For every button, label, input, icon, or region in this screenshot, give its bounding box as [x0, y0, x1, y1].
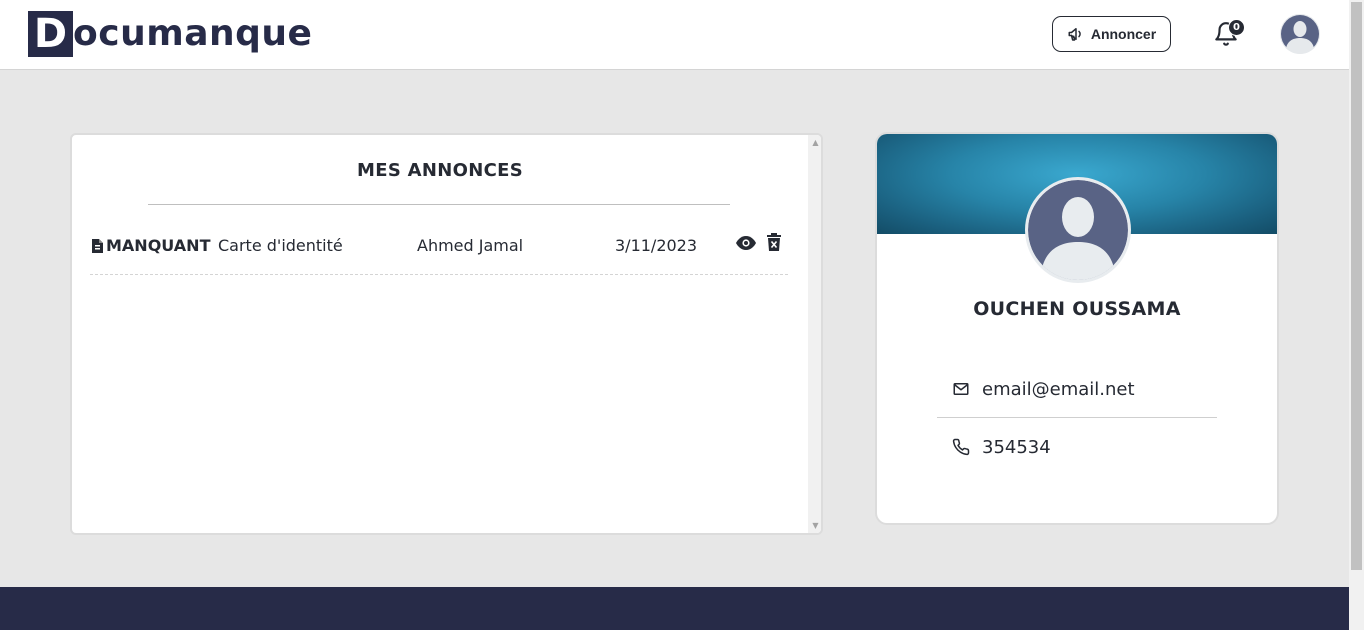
- top-navbar: D ocumanque Annoncer 0: [0, 0, 1349, 70]
- profile-phone-text: 354534: [982, 436, 1051, 458]
- profile-avatar: [1025, 177, 1131, 283]
- contact-divider: [937, 417, 1217, 418]
- profile-email: email@email.net: [937, 374, 1217, 404]
- page-scrollbar-thumb[interactable]: [1351, 2, 1362, 570]
- phone-icon: [952, 438, 970, 456]
- user-silhouette-icon: [1028, 180, 1128, 280]
- profile-phone: 354534: [937, 432, 1217, 462]
- logo[interactable]: D ocumanque: [28, 11, 312, 57]
- user-avatar-icon: [1280, 14, 1320, 54]
- annonce-type: MANQUANT: [92, 236, 210, 255]
- document-icon: [92, 238, 103, 253]
- annonces-scrollbar[interactable]: ▲ ▼: [808, 135, 821, 533]
- profile-name: OUCHEN OUSSAMA: [973, 298, 1181, 320]
- scroll-down-arrow-icon[interactable]: ▼: [811, 521, 820, 530]
- annonces-title: MES ANNONCES: [357, 160, 523, 181]
- logo-letter: D: [28, 11, 73, 57]
- mail-icon: [953, 383, 969, 395]
- annonce-name: Ahmed Jamal: [417, 236, 524, 255]
- notification-count-badge: 0: [1228, 19, 1245, 36]
- user-avatar-button[interactable]: [1280, 14, 1320, 54]
- annonce-document: Carte d'identité: [218, 236, 343, 255]
- trash-icon[interactable]: [767, 233, 781, 251]
- eye-icon[interactable]: [736, 235, 756, 251]
- annonces-card: MES ANNONCES MANQUANT Carte d'identité A…: [70, 133, 823, 535]
- logo-text: ocumanque: [73, 13, 313, 54]
- scroll-up-arrow-icon[interactable]: ▲: [811, 138, 820, 147]
- annonce-type-label: MANQUANT: [106, 236, 211, 255]
- title-divider: [148, 204, 730, 205]
- page-scrollbar[interactable]: [1349, 0, 1364, 630]
- annoncer-label: Annoncer: [1090, 26, 1157, 42]
- annoncer-button[interactable]: Annoncer: [1052, 16, 1171, 52]
- megaphone-icon: [1068, 28, 1081, 41]
- profile-card: OUCHEN OUSSAMA email@email.net 354534: [875, 132, 1279, 525]
- footer: [0, 587, 1349, 630]
- profile-email-text: email@email.net: [982, 378, 1135, 400]
- annonce-row: MANQUANT Carte d'identité Ahmed Jamal 3/…: [90, 225, 788, 275]
- annonce-date: 3/11/2023: [615, 236, 698, 255]
